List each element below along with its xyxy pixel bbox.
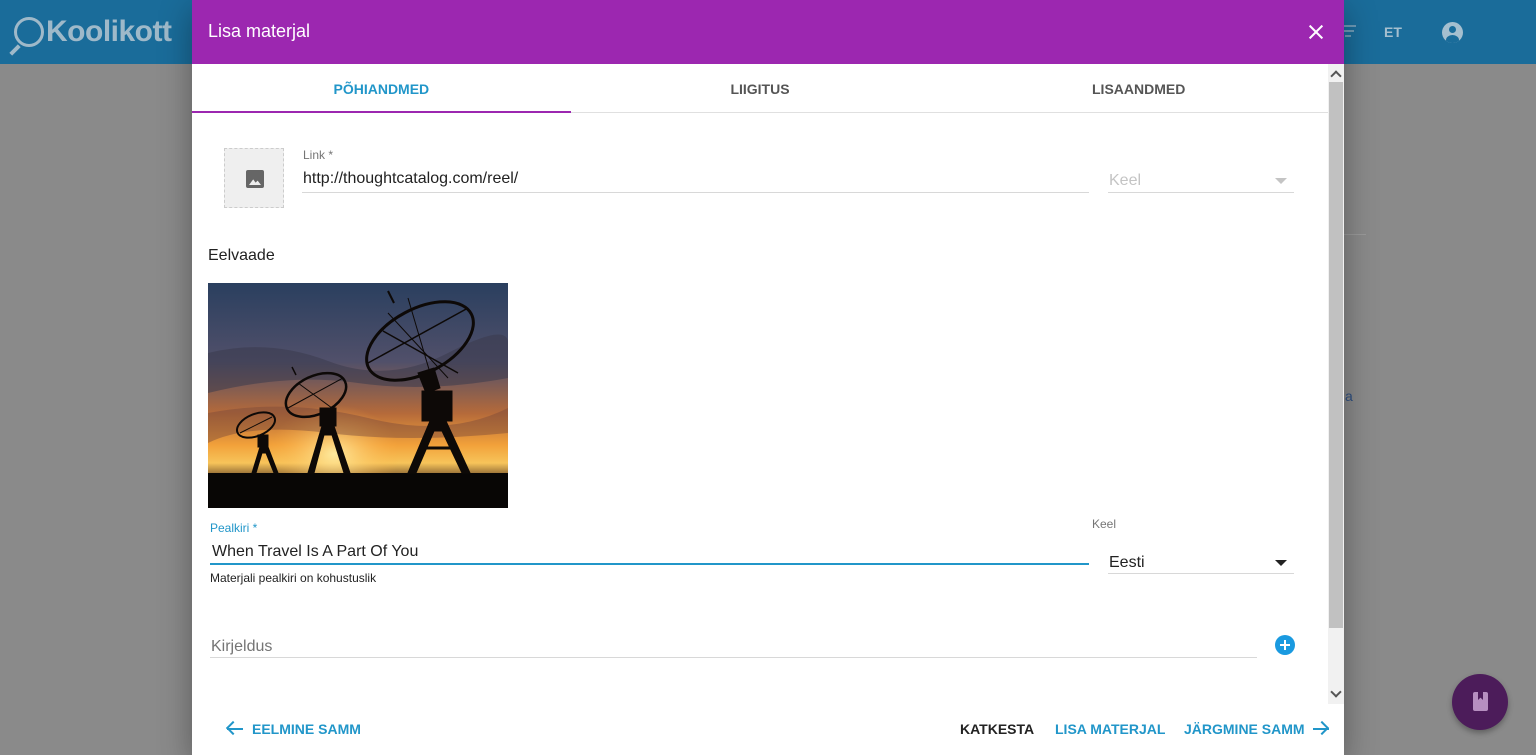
- description-underline: [210, 657, 1257, 658]
- link-underline: [302, 192, 1089, 193]
- title-input[interactable]: [212, 541, 1082, 563]
- close-icon[interactable]: [1304, 20, 1328, 44]
- image-icon: [246, 170, 264, 188]
- previous-step-button[interactable]: EELMINE SAMM: [225, 720, 361, 737]
- scroll-thumb[interactable]: [1329, 82, 1343, 628]
- thumbnail-upload[interactable]: [224, 148, 284, 208]
- scroll-down-icon[interactable]: [1330, 686, 1342, 698]
- arrow-right-icon: [1312, 720, 1330, 737]
- dialog-scrollbar[interactable]: [1328, 64, 1344, 704]
- language-switcher[interactable]: ET: [1384, 24, 1402, 40]
- cancel-button[interactable]: KATKESTA: [960, 721, 1034, 737]
- add-material-fab[interactable]: [1452, 674, 1508, 730]
- logo-magnifier-icon: [14, 17, 44, 47]
- background-link-text: a: [1345, 388, 1353, 404]
- tab-liigitus[interactable]: LIIGITUS: [571, 64, 950, 112]
- background-divider: [1344, 234, 1366, 235]
- link-language-underline: [1108, 192, 1294, 193]
- scroll-up-icon[interactable]: [1330, 70, 1342, 82]
- tab-pohiandmed[interactable]: PÕHIANDMED: [192, 64, 571, 113]
- next-step-label: JÄRGMINE SAMM: [1184, 721, 1305, 737]
- app-logo-text: Koolikott: [46, 15, 172, 48]
- link-label: Link *: [303, 148, 334, 162]
- dialog-header: Lisa materjal: [192, 0, 1344, 64]
- chevron-down-icon[interactable]: [1275, 560, 1287, 566]
- chevron-down-icon[interactable]: [1275, 178, 1287, 184]
- description-input[interactable]: [211, 636, 1251, 658]
- title-language-underline: [1108, 573, 1294, 574]
- title-helper-text: Materjali pealkiri on kohustuslik: [210, 571, 377, 585]
- add-material-dialog: Lisa materjal PÕHIANDMED LIIGITUS LISAAN…: [192, 0, 1344, 755]
- arrow-left-icon: [225, 720, 244, 737]
- link-language-placeholder[interactable]: Keel: [1109, 172, 1141, 190]
- title-label: Pealkiri *: [210, 521, 258, 535]
- dialog-tabs: PÕHIANDMED LIIGITUS LISAANDMED: [192, 64, 1328, 113]
- preview-image: [208, 283, 508, 508]
- title-underline: [210, 563, 1089, 565]
- title-language-label: Keel: [1092, 517, 1117, 531]
- book-icon: [1473, 692, 1488, 711]
- add-description-icon[interactable]: [1275, 635, 1295, 655]
- dialog-title: Lisa materjal: [208, 21, 311, 41]
- title-language-select[interactable]: Eesti: [1109, 554, 1145, 572]
- add-material-button[interactable]: LISA MATERJAL: [1055, 721, 1165, 737]
- app-logo[interactable]: Koolikott: [14, 12, 172, 52]
- link-input[interactable]: [303, 168, 1083, 190]
- next-step-button[interactable]: JÄRGMINE SAMM: [1184, 720, 1330, 737]
- preview-title: Eelvaade: [208, 247, 275, 264]
- previous-step-label: EELMINE SAMM: [252, 721, 361, 737]
- account-icon[interactable]: [1442, 22, 1463, 43]
- tab-lisaandmed[interactable]: LISAANDMED: [949, 64, 1328, 112]
